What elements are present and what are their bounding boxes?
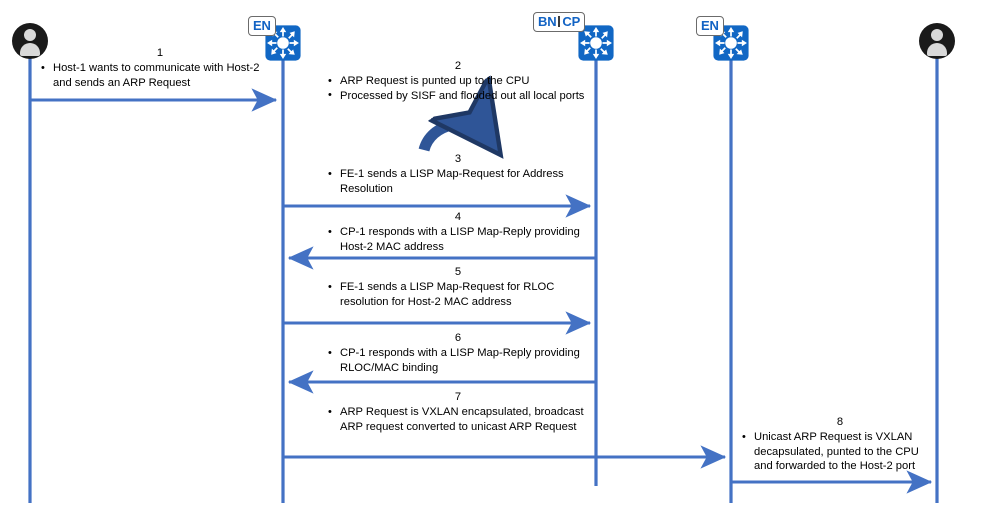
node-cp1-badge-label-right: CP [562, 14, 581, 29]
step-bullets: Unicast ARP Request is VXLAN decapsulate… [741, 430, 939, 474]
step-bullets: Host-1 wants to communicate with Host-2 … [40, 60, 280, 90]
step-label-7: 7 ARP Request is VXLAN encapsulated, bro… [327, 390, 589, 434]
step-bullet: FE-1 sends a LISP Map-Request for RLOC r… [327, 279, 589, 309]
step-bullets: FE-1 sends a LISP Map-Request for RLOC r… [327, 279, 589, 309]
node-cp1-badge-label-left: BN [538, 14, 557, 29]
node-cp1-badge: BN CP [533, 12, 586, 32]
step-label-1: 1 Host-1 wants to communicate with Host-… [40, 46, 280, 90]
step-label-3: 3 FE-1 sends a LISP Map-Request for Addr… [327, 152, 589, 196]
step-bullet: ARP Request is VXLAN encapsulated, broad… [327, 404, 589, 434]
step-bullet: ARP Request is punted up to the CPU [327, 74, 589, 89]
step-bullet: CP-1 responds with a LISP Map-Reply prov… [327, 345, 589, 375]
step-bullets: CP-1 responds with a LISP Map-Reply prov… [327, 224, 589, 254]
step-number: 3 [454, 153, 462, 165]
step-bullets: CP-1 responds with a LISP Map-Reply prov… [327, 345, 589, 375]
step-label-6: 6 CP-1 responds with a LISP Map-Reply pr… [327, 331, 589, 375]
person-body-icon [20, 43, 40, 56]
node-fe2-badge: EN [696, 16, 724, 36]
step-number: 7 [454, 391, 462, 403]
step-bullet: Host-1 wants to communicate with Host-2 … [40, 60, 280, 90]
step-label-8: 8 Unicast ARP Request is VXLAN decapsula… [741, 415, 939, 474]
step-label-2: 2 ARP Request is punted up to the CPU Pr… [327, 59, 589, 103]
step-bullet: FE-1 sends a LISP Map-Request for Addres… [327, 166, 589, 196]
node-fe1-badge-label: EN [253, 18, 271, 33]
node-fe1-badge: EN [248, 16, 276, 36]
step-bullets: FE-1 sends a LISP Map-Request for Addres… [327, 166, 589, 196]
step-bullet: Processed by SISF and flooded out all lo… [327, 88, 589, 104]
person-icon [919, 23, 955, 59]
step-bullet: CP-1 responds with a LISP Map-Reply prov… [327, 224, 589, 254]
arrow-step-2-self-loop [418, 124, 489, 150]
step-number: 5 [454, 266, 462, 278]
node-fe2-badge-label: EN [701, 18, 719, 33]
sequence-diagram: EN BN CP EN 1 • Host-1 wants to communic… [0, 0, 981, 509]
step-bullet: Unicast ARP Request is VXLAN decapsulate… [741, 430, 939, 474]
step-number: 2 [454, 60, 462, 72]
person-head-icon [24, 29, 36, 41]
step-label-5: 5 FE-1 sends a LISP Map-Request for RLOC… [327, 265, 589, 309]
step-bullets: ARP Request is VXLAN encapsulated, broad… [327, 404, 589, 434]
step-label-4: 4 CP-1 responds with a LISP Map-Reply pr… [327, 210, 589, 254]
person-body-icon [927, 43, 947, 56]
badge-divider-icon [558, 16, 561, 27]
step-bullets: ARP Request is punted up to the CPU Proc… [327, 74, 589, 103]
person-head-icon [931, 29, 943, 41]
step-number: 8 [836, 416, 844, 428]
step-number: 1 [156, 47, 164, 59]
step-number: 6 [454, 332, 462, 344]
step-number: 4 [454, 211, 462, 223]
